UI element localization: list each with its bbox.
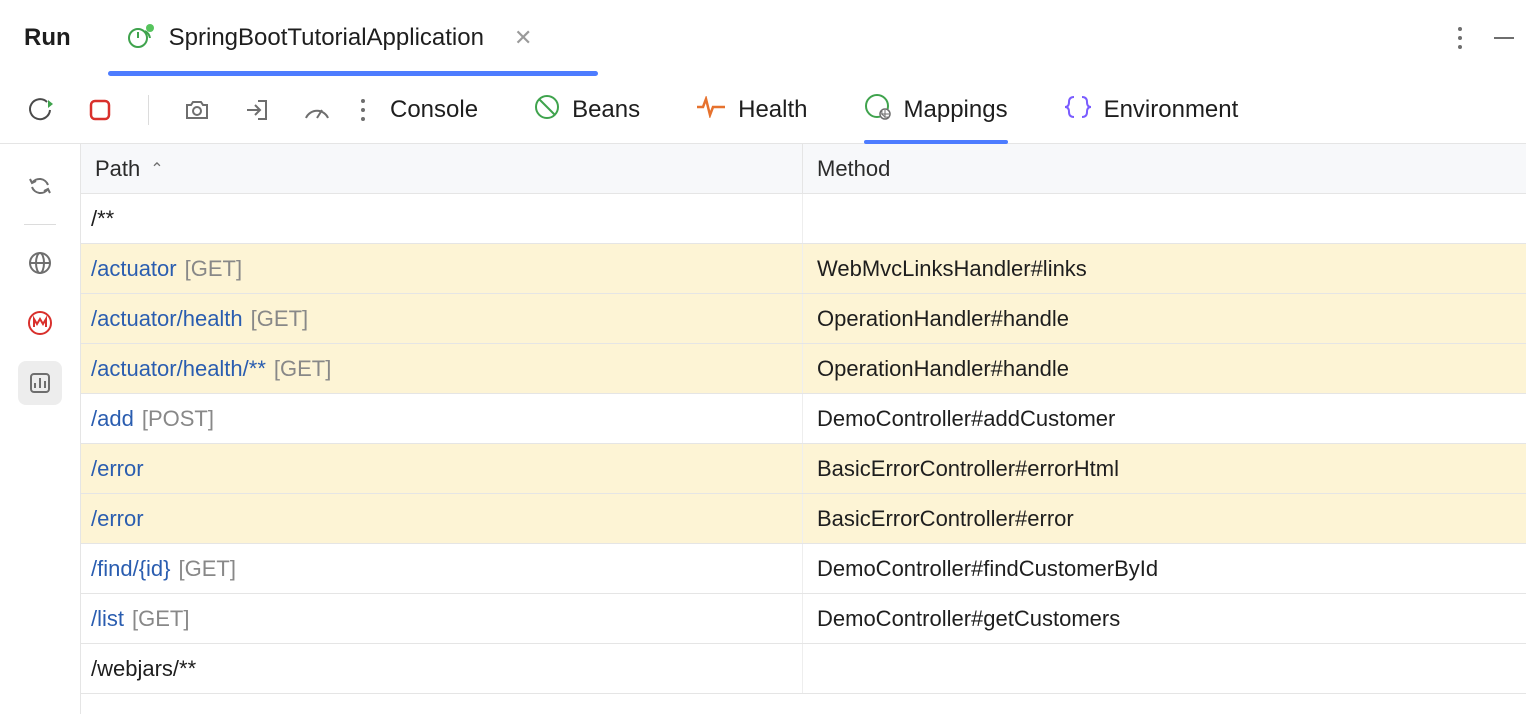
- table-header: Path ⌃ Method: [81, 144, 1526, 194]
- actuator-subtabs: Console Beans Health Mappings Environmen…: [0, 76, 1526, 144]
- cell-method: DemoController#findCustomerById: [803, 544, 1526, 593]
- tab-beans-label: Beans: [572, 96, 640, 124]
- table-row[interactable]: /actuator/health [GET]OperationHandler#h…: [81, 294, 1526, 344]
- cell-method: DemoController#getCustomers: [803, 594, 1526, 643]
- table-row[interactable]: /error BasicErrorController#error: [81, 494, 1526, 544]
- table-row[interactable]: /find/{id} [GET]DemoController#findCusto…: [81, 544, 1526, 594]
- table-row[interactable]: /list [GET]DemoController#getCustomers: [81, 594, 1526, 644]
- http-method-text: [GET]: [274, 356, 331, 382]
- run-configuration-name: SpringBootTutorialApplication: [169, 24, 484, 52]
- table-row[interactable]: /actuator/health/** [GET]OperationHandle…: [81, 344, 1526, 394]
- cell-path: /find/{id} [GET]: [81, 544, 803, 593]
- cell-path: /list [GET]: [81, 594, 803, 643]
- tab-mappings-label: Mappings: [904, 96, 1008, 124]
- cell-path: /**: [81, 194, 803, 243]
- mappings-globe-icon: [864, 93, 892, 128]
- cell-path: /actuator/health [GET]: [81, 294, 803, 343]
- close-icon[interactable]: ✕: [514, 27, 532, 49]
- tab-health-label: Health: [738, 96, 807, 124]
- column-header-method-label: Method: [817, 156, 890, 182]
- column-header-path-label: Path: [95, 156, 140, 182]
- cell-method: WebMvcLinksHandler#links: [803, 244, 1526, 293]
- tab-console[interactable]: Console: [390, 76, 478, 144]
- cell-path: /actuator/health/** [GET]: [81, 344, 803, 393]
- side-toolbar: [0, 144, 80, 714]
- tab-beans[interactable]: Beans: [534, 76, 640, 144]
- cell-method: BasicErrorController#errorHtml: [803, 444, 1526, 493]
- tab-console-label: Console: [390, 96, 478, 124]
- path-text[interactable]: /actuator/health: [91, 306, 243, 332]
- cell-path: /actuator [GET]: [81, 244, 803, 293]
- table-row[interactable]: /**: [81, 194, 1526, 244]
- http-method-text: [GET]: [132, 606, 189, 632]
- path-text[interactable]: /error: [91, 456, 144, 482]
- table-row[interactable]: /add [POST]DemoController#addCustomer: [81, 394, 1526, 444]
- tab-mappings[interactable]: Mappings: [864, 76, 1008, 144]
- cell-method: DemoController#addCustomer: [803, 394, 1526, 443]
- main-area: Path ⌃ Method /**/actuator [GET]WebMvcLi…: [0, 144, 1526, 714]
- table-row[interactable]: /actuator [GET]WebMvcLinksHandler#links: [81, 244, 1526, 294]
- cell-method: [803, 644, 1526, 693]
- column-header-path[interactable]: Path ⌃: [81, 144, 803, 193]
- tab-environment[interactable]: Environment: [1064, 76, 1239, 144]
- sort-ascending-icon: ⌃: [150, 159, 163, 179]
- cell-path: /error: [81, 444, 803, 493]
- cell-path: /error: [81, 494, 803, 543]
- minimize-icon[interactable]: [1494, 37, 1514, 39]
- path-text[interactable]: /actuator/health/**: [91, 356, 266, 382]
- path-text: /webjars/**: [91, 656, 196, 682]
- titlebar: Run SpringBootTutorialApplication ✕: [0, 0, 1526, 76]
- side-separator: [24, 224, 56, 225]
- cell-method: [803, 194, 1526, 243]
- table-body: /**/actuator [GET]WebMvcLinksHandler#lin…: [81, 194, 1526, 694]
- cell-path: /add [POST]: [81, 394, 803, 443]
- run-configuration-tab[interactable]: SpringBootTutorialApplication ✕: [127, 0, 533, 76]
- maven-icon[interactable]: [18, 301, 62, 345]
- http-method-text: [GET]: [251, 306, 308, 332]
- mappings-table: Path ⌃ Method /**/actuator [GET]WebMvcLi…: [80, 144, 1526, 714]
- globe-icon[interactable]: [18, 241, 62, 285]
- http-method-text: [GET]: [179, 556, 236, 582]
- cell-method: OperationHandler#handle: [803, 344, 1526, 393]
- table-row[interactable]: /webjars/**: [81, 644, 1526, 694]
- refresh-icon[interactable]: [18, 164, 62, 208]
- path-text[interactable]: /list: [91, 606, 124, 632]
- cell-method: BasicErrorController#error: [803, 494, 1526, 543]
- http-method-text: [POST]: [142, 406, 214, 432]
- beans-disabled-icon: [534, 94, 560, 127]
- environment-braces-icon: [1064, 94, 1092, 127]
- diagram-icon[interactable]: [18, 361, 62, 405]
- tab-health[interactable]: Health: [696, 76, 807, 144]
- path-text: /**: [91, 206, 114, 232]
- cell-path: /webjars/**: [81, 644, 803, 693]
- path-text[interactable]: /error: [91, 506, 144, 532]
- http-method-text: [GET]: [185, 256, 242, 282]
- path-text[interactable]: /actuator: [91, 256, 177, 282]
- cell-method: OperationHandler#handle: [803, 294, 1526, 343]
- tab-environment-label: Environment: [1104, 96, 1239, 124]
- path-text[interactable]: /find/{id}: [91, 556, 171, 582]
- column-header-method[interactable]: Method: [803, 144, 1526, 193]
- health-pulse-icon: [696, 96, 726, 125]
- more-icon[interactable]: [1458, 27, 1462, 49]
- path-text[interactable]: /add: [91, 406, 134, 432]
- table-row[interactable]: /error BasicErrorController#errorHtml: [81, 444, 1526, 494]
- run-tool-window-label: Run: [24, 24, 71, 52]
- spring-run-icon: [127, 23, 157, 53]
